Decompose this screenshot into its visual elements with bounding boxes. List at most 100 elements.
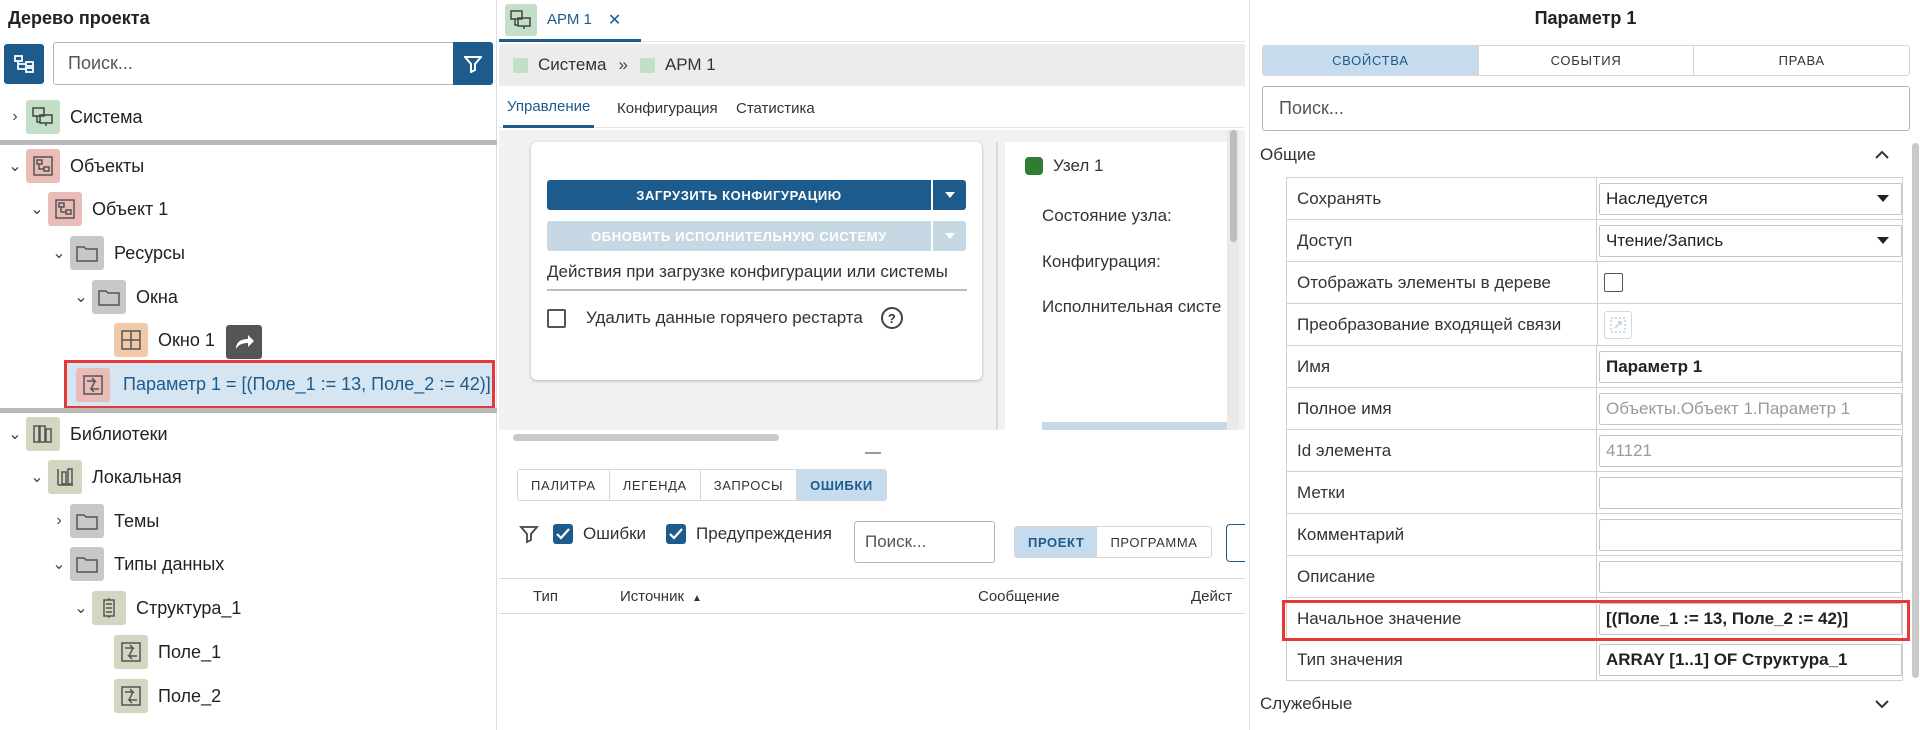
tab-configuration[interactable]: Конфигурация	[613, 88, 722, 128]
properties-scrollbar[interactable]	[1912, 143, 1919, 678]
clipped-button[interactable]	[1226, 524, 1245, 562]
tree-filter-button[interactable]	[453, 42, 493, 85]
chevron-down-icon[interactable]: ⌄	[48, 554, 70, 574]
name-field[interactable]: Параметр 1	[1599, 350, 1902, 383]
split-handle[interactable]	[865, 452, 881, 454]
properties-search-input[interactable]	[1262, 86, 1910, 131]
show-in-tree-checkbox[interactable]	[1604, 273, 1623, 292]
tab-rights[interactable]: ПРАВА	[1694, 46, 1909, 75]
tree-node-datatypes[interactable]: ⌄ Типы данных	[48, 544, 224, 584]
local-library-icon	[48, 460, 82, 494]
actions-select[interactable]: Действия при загрузке конфигурации или с…	[547, 255, 967, 291]
group-label: Служебные	[1260, 694, 1353, 713]
tree-node-window1[interactable]: Окно 1	[114, 320, 215, 360]
comment-field[interactable]	[1599, 518, 1902, 551]
delete-hot-restart-checkbox[interactable]	[547, 308, 566, 328]
tree-node-libraries[interactable]: ⌄ Библиотеки	[4, 414, 168, 454]
tree-node-system[interactable]: › Система	[4, 97, 143, 137]
panel-title: Параметр 1	[1534, 8, 1637, 28]
tab-errors[interactable]: ОШИБКИ	[797, 470, 886, 500]
column-type[interactable]: Тип	[533, 588, 558, 605]
scope-program[interactable]: ПРОГРАММА	[1097, 527, 1211, 557]
column-message[interactable]: Сообщение	[978, 588, 1060, 605]
tree-node-local[interactable]: ⌄ Локальная	[26, 457, 182, 497]
help-icon[interactable]: ?	[880, 307, 903, 329]
tab-events[interactable]: СОБЫТИЯ	[1479, 46, 1695, 75]
property-row: Описание	[1287, 555, 1902, 597]
column-actions[interactable]: Дейст	[1191, 588, 1232, 605]
scope-project[interactable]: ПРОЕКТ	[1015, 527, 1098, 557]
close-icon[interactable]: ✕	[608, 10, 621, 30]
tree-node-label: Структура_1	[136, 597, 242, 618]
errors-search-input[interactable]	[854, 521, 995, 563]
breadcrumb-item[interactable]: Система	[538, 55, 606, 75]
chevron-down-icon[interactable]: ⌄	[4, 424, 26, 444]
chevron-right-icon[interactable]: ›	[4, 108, 26, 126]
scope-toggle: ПРОЕКТ ПРОГРАММА	[1014, 526, 1212, 558]
filter-icon[interactable]	[519, 524, 539, 544]
errors-checkbox[interactable]	[553, 524, 573, 544]
scrollbar-thumb[interactable]	[1230, 130, 1237, 242]
properties-panel: Параметр 1 СВОЙСТВА СОБЫТИЯ ПРАВА Общие …	[1249, 0, 1920, 730]
property-row: Доступ Чтение/Запись	[1287, 219, 1902, 261]
group-service[interactable]: Служебные	[1260, 694, 1890, 714]
breadcrumb-item[interactable]: АРМ 1	[665, 55, 716, 75]
tree-node-label: Темы	[114, 510, 160, 531]
property-name: Преобразование входящей связи	[1287, 304, 1598, 345]
tree-search-input[interactable]	[53, 42, 454, 85]
tree-node-objects[interactable]: ⌄ Объекты	[4, 146, 144, 186]
redirect-arrow-icon	[236, 335, 254, 349]
access-select[interactable]: Чтение/Запись	[1599, 224, 1902, 257]
property-row: Тип значения ARRAY [1..1] OF Структура_1	[1287, 639, 1902, 681]
tree-view-button[interactable]	[4, 44, 44, 84]
tab-statistics[interactable]: Статистика	[732, 88, 819, 128]
tree-node-resources[interactable]: ⌄ Ресурсы	[48, 233, 185, 273]
tree-node-field2[interactable]: Поле_2	[114, 676, 221, 716]
tree-node-struct1[interactable]: ⌄ Структура_1	[70, 588, 241, 628]
chevron-down-icon[interactable]: ⌄	[26, 199, 48, 219]
chevron-down-icon[interactable]: ⌄	[26, 467, 48, 487]
tree-node-field1[interactable]: Поле_1	[114, 632, 221, 672]
value-type-field[interactable]: ARRAY [1..1] OF Структура_1	[1599, 644, 1902, 676]
select-value: Чтение/Запись	[1606, 230, 1724, 250]
tree-node-object1[interactable]: ⌄ Объект 1	[26, 189, 168, 229]
vertical-scrollbar[interactable]	[1227, 130, 1239, 430]
property-row: Сохранять Наследуется	[1287, 177, 1902, 219]
chevron-down-icon[interactable]: ⌄	[48, 243, 70, 263]
node-title: Узел 1	[1025, 156, 1103, 176]
chevron-down-icon[interactable]: ⌄	[4, 156, 26, 176]
tags-field[interactable]	[1599, 476, 1902, 509]
struct-icon	[92, 591, 126, 625]
tab-properties[interactable]: СВОЙСТВА	[1263, 46, 1479, 75]
tree-node-windows[interactable]: ⌄ Окна	[70, 277, 178, 317]
property-name: Описание	[1287, 556, 1597, 597]
tab-control[interactable]: Управление	[503, 88, 595, 128]
warnings-checkbox[interactable]	[666, 524, 687, 544]
chevron-down-icon[interactable]: ⌄	[70, 287, 92, 307]
doc-tab-arm1[interactable]: АРМ 1 ✕	[499, 0, 641, 42]
caret-down-icon	[944, 233, 955, 239]
chevron-right-icon[interactable]: ›	[48, 512, 70, 530]
load-config-dropdown[interactable]	[933, 180, 966, 210]
chevron-down-icon[interactable]: ⌄	[70, 598, 92, 618]
tab-queries[interactable]: ЗАПРОСЫ	[700, 470, 798, 500]
initial-value-field[interactable]: [(Поле_1 := 13, Поле_2 := 42)]	[1599, 602, 1902, 635]
sort-asc-icon: ▲	[692, 593, 702, 604]
group-general[interactable]: Общие	[1260, 145, 1890, 165]
pane-divider[interactable]	[996, 142, 998, 430]
save-mode-select[interactable]: Наследуется	[1599, 182, 1902, 215]
tab-palette[interactable]: ПАЛИТРА	[518, 470, 610, 500]
tab-legend[interactable]: ЛЕГЕНДА	[609, 470, 701, 500]
transform-link-button[interactable]	[1604, 310, 1632, 339]
column-source[interactable]: Источник ▲	[620, 588, 702, 605]
system-icon	[26, 100, 60, 134]
property-row: Преобразование входящей связи	[1287, 303, 1902, 345]
doc-tab-label: АРМ 1	[547, 11, 592, 28]
tree-node-themes[interactable]: › Темы	[48, 501, 159, 541]
horizontal-scrollbar[interactable]	[499, 430, 1245, 442]
open-window-button[interactable]	[226, 325, 262, 359]
load-config-button[interactable]: ЗАГРУЗИТЬ КОНФИГУРАЦИЮ	[547, 180, 931, 210]
scrollbar-thumb[interactable]	[513, 434, 779, 441]
description-field[interactable]	[1599, 560, 1902, 593]
tree-node-param1-selected[interactable]: Параметр 1 = [(Поле_1 := 13, Поле_2 := 4…	[64, 360, 495, 409]
